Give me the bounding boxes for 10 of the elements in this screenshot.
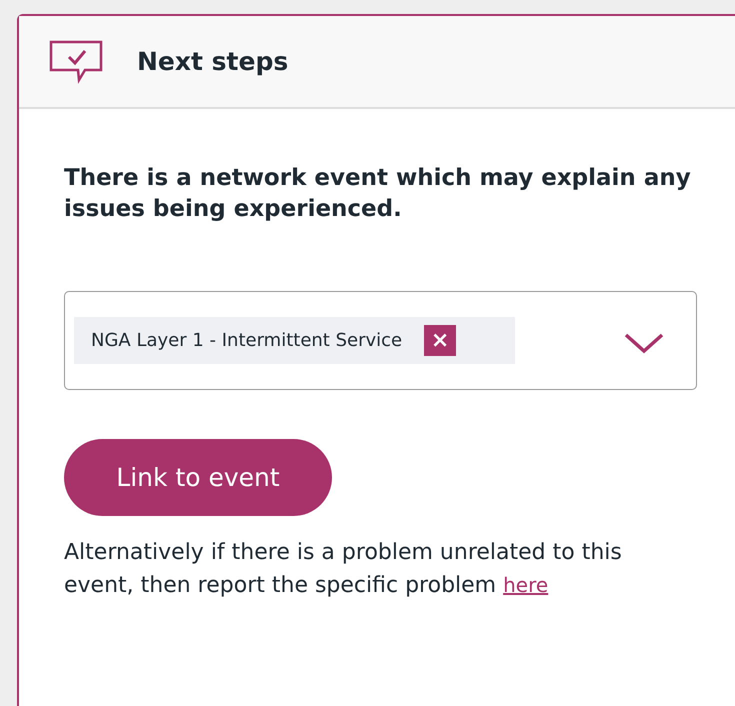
here-link[interactable]: here (503, 573, 548, 597)
message-text: There is a network event which may explain any issues being experienced. (64, 164, 692, 224)
event-dropdown[interactable]: NGA Layer 1 - Intermittent Service × (64, 291, 697, 390)
chevron-down-icon (624, 332, 664, 354)
chip-label: NGA Layer 1 - Intermittent Service (91, 330, 402, 351)
remove-button[interactable]: × (424, 325, 456, 356)
note-text: Alternatively if there is a problem unrelated to this event, then report the specific problem here (64, 539, 623, 600)
link-to-event-button[interactable]: Link to event (64, 439, 332, 516)
chat-check-icon (49, 40, 105, 84)
panel-title: Next steps (137, 47, 288, 76)
